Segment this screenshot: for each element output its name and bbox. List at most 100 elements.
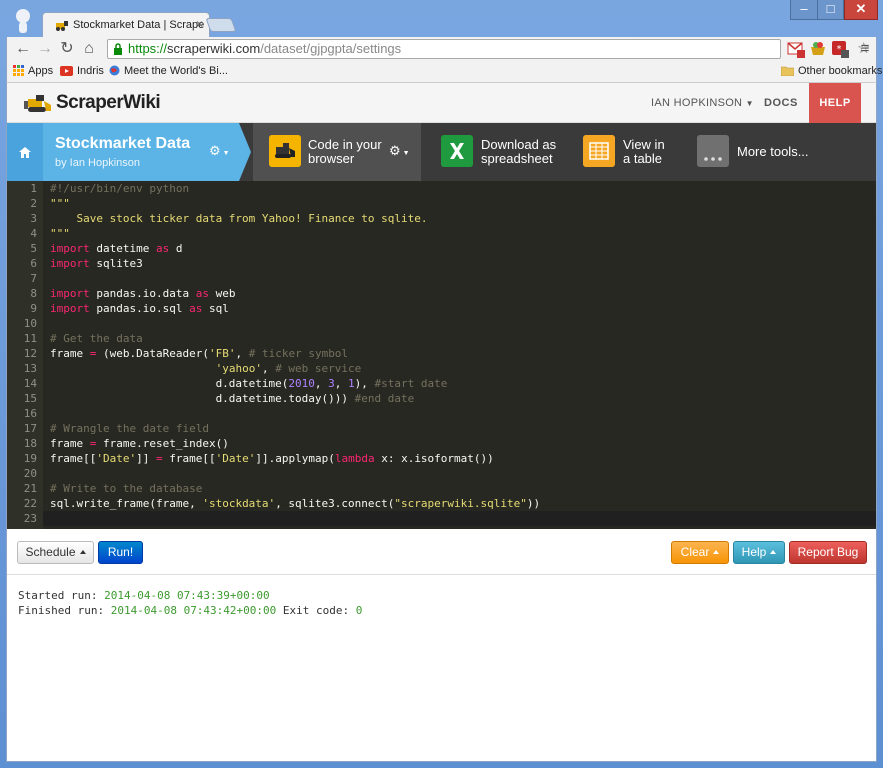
new-tab-button[interactable] — [205, 18, 237, 32]
chevron-down-icon: ▼ — [745, 99, 754, 108]
code-line: # Write to the database — [50, 481, 202, 496]
url-host: scraperwiki.com — [167, 41, 261, 56]
scraperwiki-logo[interactable]: ScraperWiki — [24, 91, 161, 115]
line-number: 22 — [23, 497, 37, 510]
code-token: # web service — [275, 362, 362, 375]
bookmark-apps[interactable]: Apps — [13, 65, 53, 77]
code-token: import — [50, 287, 90, 300]
line-number: 6 — [30, 257, 37, 270]
code-token: sql — [202, 302, 229, 315]
line-number: 13 — [23, 362, 37, 375]
code-line: sql.write_frame(frame, 'stockdata', sqli… — [50, 496, 540, 511]
code-token: #start date — [374, 377, 448, 390]
code-line: d.datetime.today())) #end date — [50, 391, 415, 406]
code-line: d.datetime(2010, 3, 1), #start date — [50, 376, 448, 391]
code-token: 1 — [348, 377, 355, 390]
code-token: pandas.io.sql — [89, 302, 190, 315]
line-number: 18 — [23, 437, 37, 450]
tab-strip: Stockmarket Data | Scrape × – □ ✕ — [0, 0, 883, 38]
browser-tab-active[interactable]: Stockmarket Data | Scrape × — [42, 12, 210, 38]
menu-icon[interactable]: ≡ — [855, 39, 875, 59]
code-token: frame — [50, 347, 90, 360]
code-line: import pandas.io.sql as sql — [50, 301, 229, 316]
console-label: Finished run: — [18, 604, 111, 617]
code-editor[interactable]: 1 2 3 4 5 6 7 8 9 10 11 12 13 14 15 16 17 18 19 20 21 22 23 #!… — [7, 181, 876, 529]
user-menu[interactable]: IAN HOPKINSON ▼ — [651, 97, 754, 109]
tool-download-spreadsheet[interactable]: Download as spreadsheet — [421, 123, 565, 181]
bookmark-label: Indris — [77, 65, 104, 77]
line-number: 23 — [23, 512, 37, 525]
code-token: = — [155, 452, 163, 465]
code-token: import — [50, 242, 90, 255]
dataset-settings-gear-icon[interactable]: ⚙ ▼ — [209, 143, 230, 159]
tool-label: Code in your browser — [308, 138, 382, 166]
code-settings-gear-icon[interactable]: ⚙ ▼ — [389, 143, 410, 159]
window-maximize-button[interactable]: □ — [818, 0, 844, 20]
code-token: # Write to the database — [50, 482, 203, 495]
home-button[interactable] — [7, 123, 43, 181]
lock-icon — [114, 43, 122, 55]
help-link[interactable]: HELP — [809, 83, 861, 123]
dataset-toolbar: Stockmarket Data by Ian Hopkinson ⚙ ▼ Co… — [7, 123, 876, 181]
tool-code-in-browser[interactable]: Code in your browser ⚙ ▼ — [253, 123, 421, 181]
code-token: datetime — [89, 242, 156, 255]
schedule-button[interactable]: Schedule — [17, 541, 94, 564]
back-arrow-icon[interactable]: ← — [13, 39, 33, 59]
line-number: 14 — [23, 377, 37, 390]
help-button[interactable]: Help — [733, 541, 785, 564]
console-output: Started run: 2014-04-08 07:43:39+00:00 F… — [7, 576, 876, 761]
console-label: Started run: — [18, 589, 105, 602]
tab-close-icon[interactable]: × — [196, 17, 203, 31]
bookmark-meet-the-world[interactable]: Meet the World's Bi... — [109, 65, 228, 77]
window-minimize-button[interactable]: – — [790, 0, 818, 20]
bookmarks-bar: Apps Indris Meet the World's Bi... Other… — [6, 61, 882, 83]
gmail-extension-icon[interactable] — [787, 40, 805, 58]
address-bar[interactable]: https://scraperwiki.com/dataset/gjpgpta/… — [107, 39, 870, 59]
tool-label-line1: Code in your — [308, 137, 382, 152]
clear-button[interactable]: Clear — [671, 541, 729, 564]
caret-up-icon — [79, 550, 86, 554]
console-label: Exit code: — [276, 604, 356, 617]
code-token: 'yahoo' — [215, 362, 262, 375]
caret-up-icon — [770, 550, 777, 554]
other-bookmarks[interactable]: Other bookmarks — [781, 65, 882, 77]
code-token: as — [155, 242, 170, 255]
exit-code-value: 0 — [355, 604, 363, 617]
tool-label: View in a table — [623, 138, 665, 166]
bulldozer-logo-icon — [24, 95, 51, 112]
line-number: 8 — [30, 287, 37, 300]
profile-avatar-icon[interactable] — [14, 8, 32, 34]
code-token: ]].applymap( — [255, 452, 335, 465]
code-token: sql.write_frame(frame, — [50, 497, 203, 510]
dataset-info: Stockmarket Data by Ian Hopkinson ⚙ ▼ — [43, 123, 239, 181]
code-token: 'Date' — [96, 452, 137, 465]
tool-label-line2: spreadsheet — [481, 151, 553, 166]
basket-extension-icon[interactable] — [809, 40, 827, 58]
reload-icon[interactable]: ↻ — [57, 39, 77, 59]
lastpass-extension-icon[interactable]: * — [831, 40, 849, 58]
code-token: d — [169, 242, 183, 255]
tool-view-table[interactable]: View in a table — [565, 123, 683, 181]
console-timestamp: 2014-04-08 07:43:39+00:00 — [104, 589, 270, 602]
dataset-title[interactable]: Stockmarket Data — [55, 135, 190, 153]
forward-arrow-icon[interactable]: → — [35, 39, 55, 59]
code-line: frame = frame.reset_index() — [50, 436, 229, 451]
code-token: lambda — [334, 452, 375, 465]
line-number: 9 — [30, 302, 37, 315]
dataset-arrow — [239, 123, 251, 181]
docs-link[interactable]: DOCS — [764, 97, 798, 109]
code-token: (web.DataReader( — [96, 347, 209, 360]
table-grid-icon — [583, 135, 615, 167]
home-icon[interactable]: ⌂ — [79, 39, 99, 59]
dataset-owner: by Ian Hopkinson — [55, 157, 140, 169]
code-token: pandas.io.data — [89, 287, 196, 300]
bookmark-indris[interactable]: Indris — [60, 65, 104, 77]
run-button[interactable]: Run! — [98, 541, 143, 564]
code-token: d.datetime.today())) — [50, 392, 355, 405]
line-number: 19 — [23, 452, 37, 465]
window-close-button[interactable]: ✕ — [844, 0, 878, 20]
code-token: 3 — [328, 377, 335, 390]
tool-more-tools[interactable]: More tools... — [683, 123, 823, 181]
report-bug-button[interactable]: Report Bug — [789, 541, 867, 564]
code-token: 'stockdata' — [202, 497, 276, 510]
